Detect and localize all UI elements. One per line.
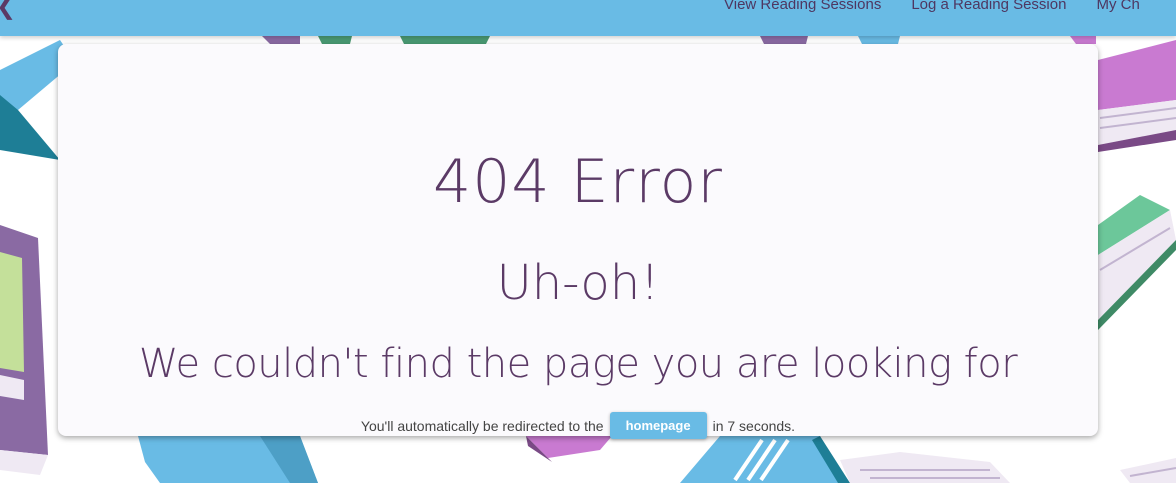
nav-link-log-reading-session[interactable]: Log a Reading Session — [911, 0, 1066, 15]
book-illustration — [1098, 40, 1176, 152]
book-illustration — [840, 452, 1176, 483]
error-card: 404 Error Uh-oh! We couldn't find the pa… — [58, 44, 1098, 439]
book-illustration — [680, 436, 850, 483]
page: ❮ View Reading Sessions Log a Reading Se… — [0, 0, 1176, 483]
error-message-heading: We couldn't find the page you are lookin… — [138, 341, 1018, 387]
book-illustration — [138, 436, 318, 483]
book-illustration — [1098, 195, 1176, 330]
book-illustration — [262, 36, 1096, 44]
redirect-suffix-text: in 7 seconds. — [712, 417, 796, 434]
book-illustration — [526, 436, 612, 462]
redirect-prefix-text: You'll automatically be redirected to th… — [360, 417, 604, 434]
error-exclamation-heading: Uh-oh! — [496, 255, 660, 311]
top-navigation-bar: ❮ View Reading Sessions Log a Reading Se… — [0, 0, 1176, 36]
homepage-button[interactable]: homepage — [609, 412, 707, 439]
nav-link-view-reading-sessions[interactable]: View Reading Sessions — [724, 0, 881, 15]
redirect-notice: You'll automatically be redirected to th… — [58, 412, 1098, 439]
main-nav: View Reading Sessions Log a Reading Sess… — [724, 0, 1140, 15]
error-code-heading: 404 Error — [433, 147, 723, 217]
chevron-left-icon[interactable]: ❮ — [0, 0, 16, 18]
book-illustration — [0, 225, 48, 475]
nav-link-my-children[interactable]: My Ch — [1096, 0, 1139, 15]
